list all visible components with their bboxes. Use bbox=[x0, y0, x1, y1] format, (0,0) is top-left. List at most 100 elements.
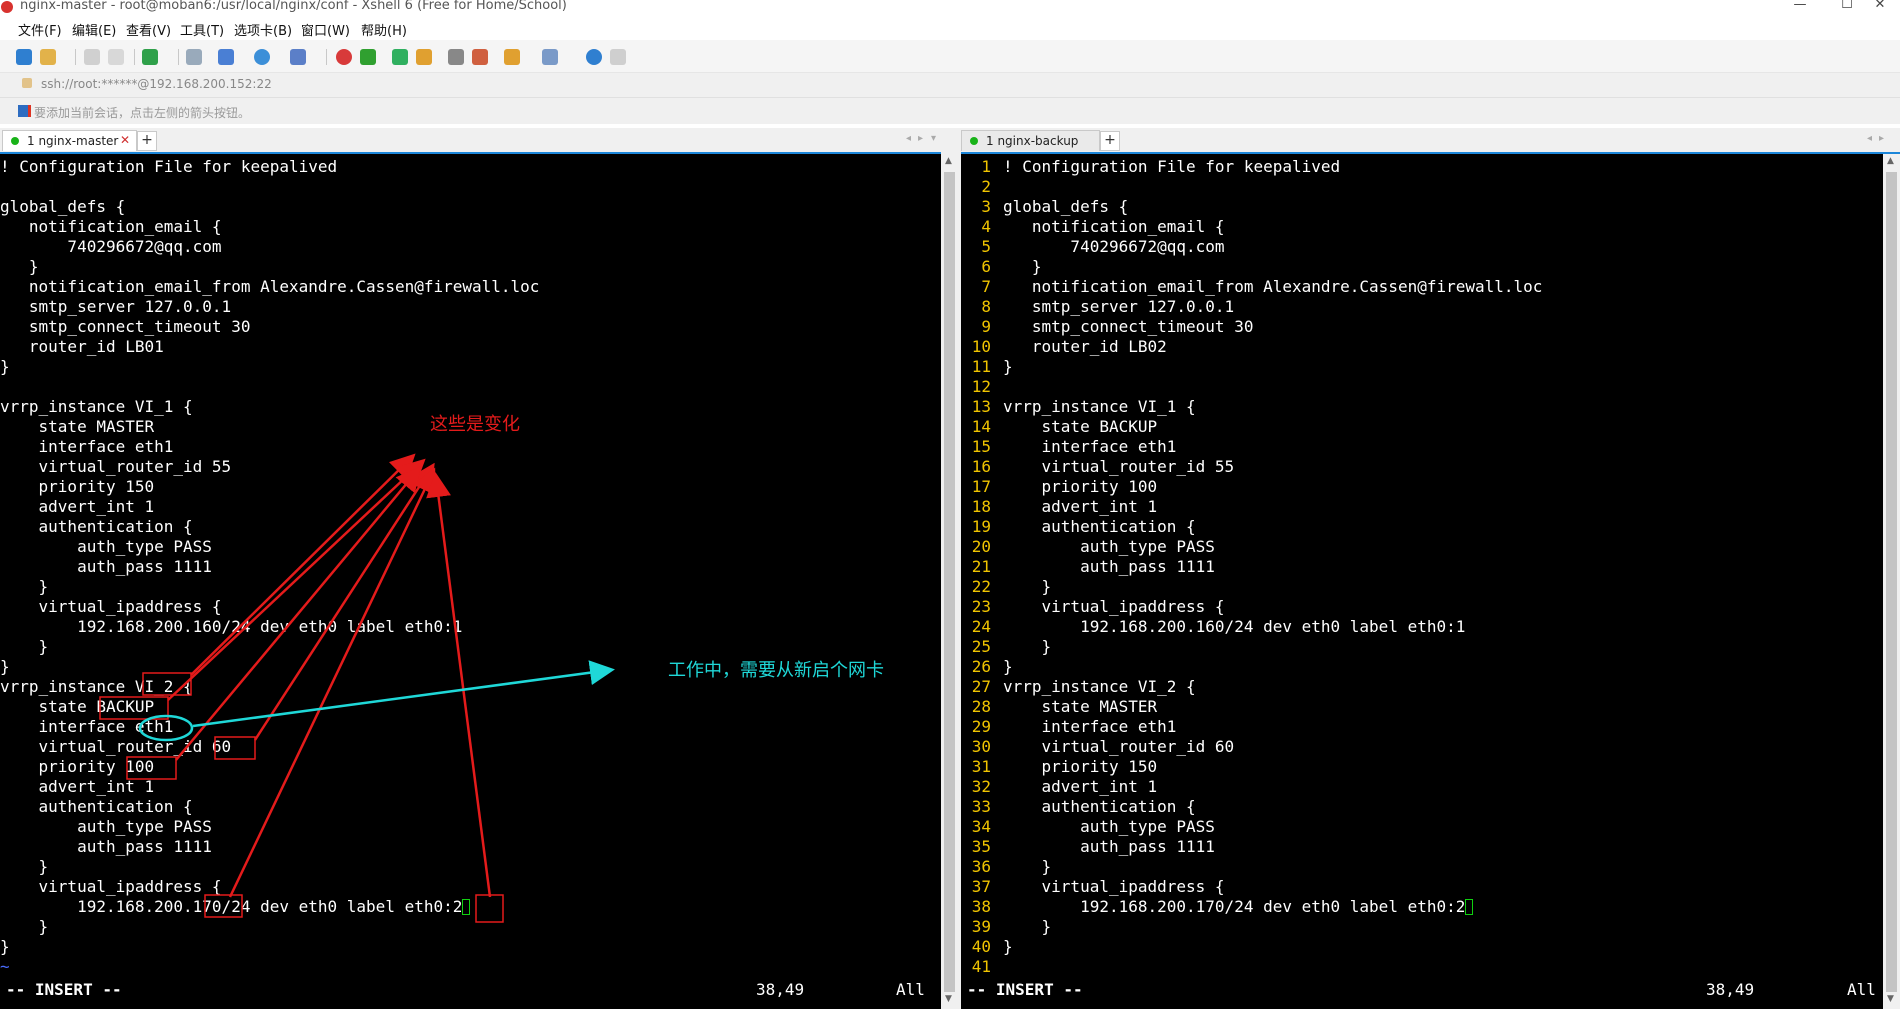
tab-next-arrow-icon[interactable]: ▸ bbox=[918, 133, 923, 144]
line-number: 29 bbox=[971, 717, 991, 736]
scroll-down-icon[interactable]: ▼ bbox=[1887, 994, 1894, 1004]
hint-text: 要添加当前会话，点击左侧的箭头按钮。 bbox=[34, 106, 251, 120]
tab-prev-arrow-icon[interactable]: ◂ bbox=[906, 133, 911, 144]
left-scrollbar[interactable]: ▲ ▼ bbox=[941, 154, 958, 1009]
left-cursor-position: 38,49 bbox=[756, 980, 805, 999]
close-window-button[interactable]: ✕ bbox=[1860, 0, 1900, 12]
terminal-line: interface eth1 bbox=[0, 437, 539, 457]
line-number: 16 bbox=[971, 457, 991, 476]
font-icon[interactable] bbox=[290, 49, 306, 65]
line-text: } bbox=[1003, 637, 1052, 656]
line-text: advert_int 1 bbox=[1003, 497, 1158, 516]
left-scroll-thumb[interactable] bbox=[944, 172, 955, 992]
open-folder-icon[interactable] bbox=[40, 49, 56, 65]
line-text: } bbox=[1003, 657, 1013, 676]
terminal-line: } bbox=[0, 657, 539, 677]
line-text: virtual_ipaddress { bbox=[1003, 877, 1225, 896]
right-terminal[interactable]: 1 ! Configuration File for keepalived 2 3 gl… bbox=[961, 154, 1883, 1009]
terminal-line: 35 auth_pass 1111 bbox=[961, 837, 1542, 857]
new-session-icon[interactable] bbox=[16, 49, 32, 65]
line-number: 37 bbox=[971, 877, 991, 896]
right-scroll-indicator: All bbox=[1847, 980, 1876, 999]
terminal-line: priority 100 bbox=[0, 757, 539, 777]
help-icon[interactable] bbox=[586, 49, 602, 65]
menu-tools[interactable]: 工具(T) bbox=[180, 20, 224, 39]
plugin-icon[interactable] bbox=[504, 49, 520, 65]
transfer-icon[interactable] bbox=[218, 49, 234, 65]
terminal-line: ! Configuration File for keepalived bbox=[0, 157, 539, 177]
layout-icon[interactable] bbox=[542, 49, 558, 65]
terminal-line: 31 priority 150 bbox=[961, 757, 1542, 777]
line-number: 6 bbox=[981, 257, 991, 276]
script-icon[interactable] bbox=[472, 49, 488, 65]
terminal-line: auth_type PASS bbox=[0, 817, 539, 837]
keyboard-icon[interactable] bbox=[448, 49, 464, 65]
add-tab-button[interactable]: + bbox=[137, 131, 157, 151]
menu-tabs[interactable]: 选项卡(B) bbox=[234, 20, 292, 39]
xftp-icon[interactable] bbox=[336, 49, 352, 65]
close-tab-icon[interactable]: ✕ bbox=[120, 133, 130, 147]
scroll-up-icon[interactable]: ▲ bbox=[1887, 156, 1894, 166]
add-tab-button[interactable]: + bbox=[1100, 131, 1120, 151]
line-text: state BACKUP bbox=[1003, 417, 1158, 436]
terminal-line: smtp_connect_timeout 30 bbox=[0, 317, 539, 337]
line-number: 26 bbox=[971, 657, 991, 676]
lock-icon[interactable] bbox=[416, 49, 432, 65]
line-text: auth_type PASS bbox=[1003, 817, 1215, 836]
line-text: } bbox=[0, 257, 39, 276]
line-number: 8 bbox=[981, 297, 991, 316]
session-address[interactable]: ssh://root:******@192.168.200.152:22 bbox=[41, 77, 272, 91]
chat-icon[interactable] bbox=[610, 49, 626, 65]
line-text: router_id LB02 bbox=[1003, 337, 1167, 356]
tab-nginx-backup[interactable]: 1 nginx-backup bbox=[961, 130, 1100, 151]
menu-help[interactable]: 帮助(H) bbox=[361, 20, 407, 39]
right-scroll-thumb[interactable] bbox=[1886, 172, 1897, 992]
globe-icon[interactable] bbox=[254, 49, 270, 65]
line-text: priority 100 bbox=[1003, 477, 1158, 496]
line-number: 39 bbox=[971, 917, 991, 936]
terminal-line: vrrp_instance VI_2 { bbox=[0, 677, 539, 697]
minimize-button[interactable]: — bbox=[1780, 0, 1820, 12]
terminal-line: notification_email_from Alexandre.Cassen… bbox=[0, 277, 540, 297]
fullscreen-icon[interactable] bbox=[392, 49, 408, 65]
line-text: } bbox=[1003, 357, 1013, 376]
search-icon[interactable] bbox=[186, 49, 202, 65]
left-terminal[interactable]: ! Configuration File for keepalived globa… bbox=[0, 154, 941, 1009]
terminal-line: priority 150 bbox=[0, 477, 539, 497]
bookmark-icon[interactable] bbox=[18, 105, 31, 117]
terminal-line: 2 bbox=[961, 177, 1542, 197]
menu-file[interactable]: 文件(F) bbox=[18, 20, 62, 39]
line-text: priority 100 bbox=[0, 757, 155, 776]
scroll-down-icon[interactable]: ▼ bbox=[945, 994, 952, 1004]
tab-next-arrow-icon[interactable]: ▸ bbox=[1879, 133, 1884, 144]
terminal-line: 8 smtp_server 127.0.0.1 bbox=[961, 297, 1542, 317]
menu-window[interactable]: 窗口(W) bbox=[301, 20, 350, 39]
terminal-line: 11} bbox=[961, 357, 1542, 377]
terminal-line: 26} bbox=[961, 657, 1542, 677]
tab-nginx-master[interactable]: 1 nginx-master ✕ bbox=[2, 130, 137, 151]
line-text: vrrp_instance VI_1 { bbox=[0, 397, 193, 416]
line-number: 40 bbox=[971, 937, 991, 956]
connect-icon[interactable] bbox=[84, 49, 100, 65]
line-text: notification_email { bbox=[1003, 217, 1225, 236]
properties-icon[interactable] bbox=[142, 49, 158, 65]
menu-edit[interactable]: 编辑(E) bbox=[72, 20, 116, 39]
line-text: auth_pass 1111 bbox=[0, 837, 212, 856]
right-scrollbar[interactable]: ▲ ▼ bbox=[1883, 154, 1900, 1009]
tab-list-icon[interactable]: ▾ bbox=[931, 133, 936, 144]
line-text: virtual_router_id 60 bbox=[1003, 737, 1235, 756]
line-number: 9 bbox=[981, 317, 991, 336]
hint-bar: 要添加当前会话，点击左侧的箭头按钮。 bbox=[0, 98, 1900, 124]
menu-view[interactable]: 查看(V) bbox=[126, 20, 171, 39]
scroll-up-icon[interactable]: ▲ bbox=[945, 156, 952, 166]
terminal-line: auth_type PASS bbox=[0, 537, 539, 557]
line-text: virtual_ipaddress { bbox=[1003, 597, 1225, 616]
terminal-line: 15 interface eth1 bbox=[961, 437, 1542, 457]
compose-icon[interactable] bbox=[360, 49, 376, 65]
line-text: 192.168.200.160/24 dev eth0 label eth0:1 bbox=[1003, 617, 1466, 636]
tab-prev-arrow-icon[interactable]: ◂ bbox=[1867, 133, 1872, 144]
line-number: 30 bbox=[971, 737, 991, 756]
line-text: } bbox=[1003, 937, 1013, 956]
disconnect-icon[interactable] bbox=[108, 49, 124, 65]
